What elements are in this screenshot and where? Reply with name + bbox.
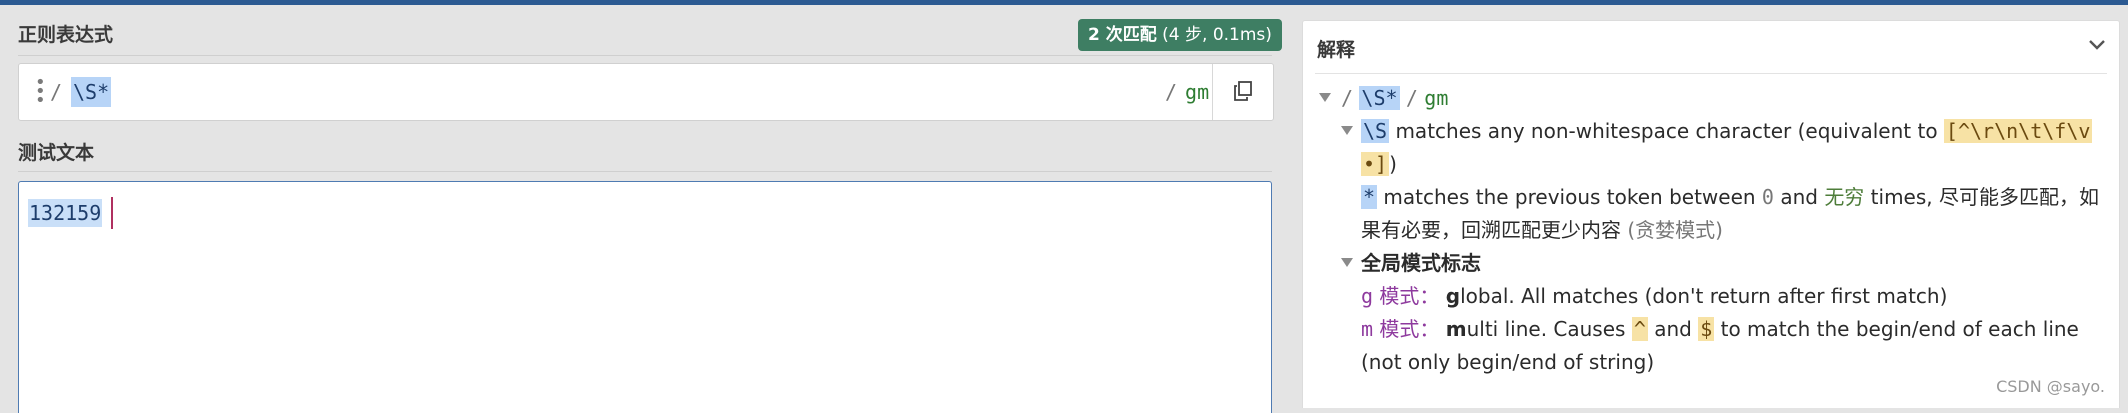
token2[interactable]: * <box>1361 185 1378 209</box>
token2-explanation: * matches the previous token between 0 a… <box>1361 185 2099 209</box>
regex-close-delimiter: / <box>1165 80 1178 104</box>
regex-flags-value: gm <box>1185 80 1210 104</box>
regex-pattern[interactable]: \S* <box>71 77 112 107</box>
token2-explanation-cont: 果有必要，回溯匹配更少内容 (贪婪模式) <box>1361 218 1723 242</box>
char-class-part2: •] <box>1361 152 1390 176</box>
test-string-match[interactable]: 132159 <box>28 199 103 227</box>
copy-icon <box>1234 81 1252 101</box>
copy-regex-button[interactable] <box>1212 64 1273 120</box>
explanation-root: / \S* / gm <box>1341 86 1449 110</box>
editor-panel: 正则表达式 2 次匹配 (4 步, 0.1ms) • • • / \S* / gm 测… <box>0 5 1292 413</box>
drag-handle-icon[interactable]: • • • <box>35 74 46 110</box>
collapse-token1-icon[interactable] <box>1341 126 1353 135</box>
chevron-down-icon[interactable] <box>2089 39 2105 51</box>
flags-heading: 全局模式标志 <box>1361 251 1481 275</box>
explanation-panel: 解释 / \S* / gm \S matches any non-whitesp… <box>1302 20 2120 408</box>
token1-explanation-cont: •]) <box>1361 152 1397 176</box>
collapse-flags-icon[interactable] <box>1341 258 1353 267</box>
watermark: CSDN @sayo. <box>1996 377 2105 396</box>
caret-anchor: ^ <box>1631 317 1648 341</box>
regex-section-label: 正则表达式 <box>18 24 114 46</box>
token1-explanation: \S matches any non-whitespace character … <box>1361 119 2093 143</box>
char-class-part1: [^\r\n\t\f\v <box>1943 119 2093 143</box>
infinite-label: 无穷 <box>1824 185 1865 209</box>
flag-m-explanation-cont: (not only begin/end of string) <box>1361 350 1655 374</box>
match-count-badge: 2 次匹配 (4 步, 0.1ms) <box>1078 19 1282 51</box>
regex-open-delimiter: / <box>50 80 63 104</box>
greedy-label: (贪婪模式) <box>1627 218 1723 242</box>
root-flags: gm <box>1424 86 1449 110</box>
regex-divider <box>18 55 1272 56</box>
test-divider <box>18 171 1272 172</box>
root-pattern[interactable]: \S* <box>1359 86 1400 110</box>
collapse-root-icon[interactable] <box>1319 93 1331 102</box>
explanation-divider <box>1315 73 2107 74</box>
explanation-title: 解释 <box>1317 39 1356 61</box>
match-count: 2 次匹配 <box>1088 25 1157 45</box>
dollar-anchor: $ <box>1698 317 1715 341</box>
regex-flags[interactable]: / gm <box>1165 64 1209 120</box>
text-caret <box>111 197 113 229</box>
match-detail: (4 步, 0.1ms) <box>1162 25 1272 45</box>
regex-input[interactable]: • • • / \S* / gm <box>18 63 1274 121</box>
token1[interactable]: \S <box>1361 119 1390 143</box>
test-section-label: 测试文本 <box>18 142 95 164</box>
test-string-input[interactable]: 132159 <box>18 181 1272 413</box>
flag-m-explanation: m 模式： multi line. Causes ^ and $ to matc… <box>1361 317 2079 341</box>
flag-g-explanation: g 模式： global. All matches (don't return … <box>1361 284 1948 308</box>
